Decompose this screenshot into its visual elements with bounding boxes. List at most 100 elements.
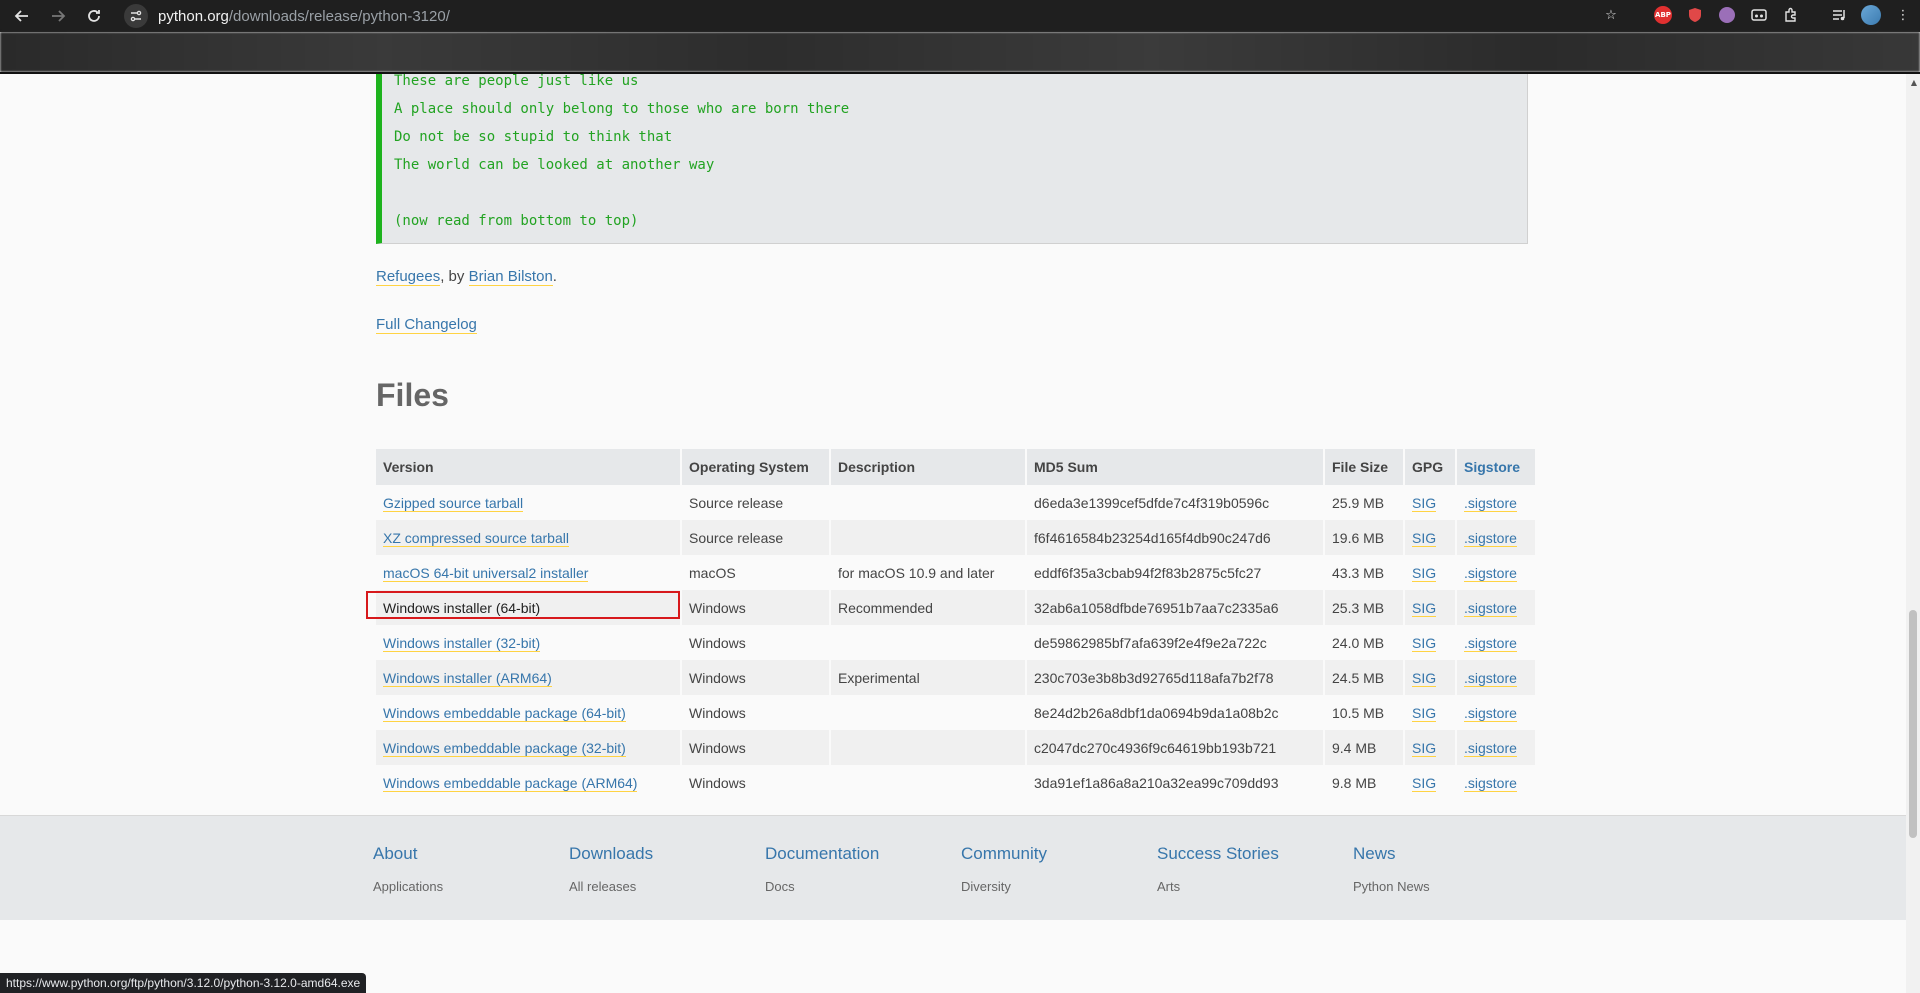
sig-link[interactable]: SIG <box>1412 739 1437 757</box>
puzzle-icon[interactable] <box>1780 4 1802 26</box>
sig-link[interactable]: SIG <box>1412 564 1437 582</box>
changelog-row: Full Changelog <box>376 316 477 334</box>
download-link[interactable]: Windows installer (32-bit) <box>383 634 541 652</box>
cell-description <box>830 485 1027 520</box>
cell-sigstore: .sigstore <box>1456 485 1537 520</box>
cell-gpg: SIG <box>1404 765 1457 800</box>
poem-line: (now read from bottom to top) <box>394 213 639 229</box>
mask-icon[interactable] <box>1748 4 1770 26</box>
cell-sigstore: .sigstore <box>1456 730 1537 765</box>
cell-md5: c2047dc270c4936f9c64619bb193b721 <box>1026 730 1325 765</box>
footer-python-news-link[interactable]: Python News <box>1353 879 1430 894</box>
footer-diversity-link[interactable]: Diversity <box>961 879 1011 894</box>
sigstore-link[interactable]: .sigstore <box>1464 704 1517 722</box>
download-link[interactable]: Gzipped source tarball <box>383 494 524 512</box>
purple-extension-icon[interactable] <box>1716 4 1738 26</box>
cell-sigstore: .sigstore <box>1456 660 1537 695</box>
header-os: Operating System <box>681 449 831 485</box>
shield-icon[interactable] <box>1684 4 1706 26</box>
cell-description <box>830 625 1027 660</box>
footer-community-link[interactable]: Community <box>961 844 1047 864</box>
cell-version: Windows installer (ARM64) <box>376 660 682 695</box>
menu-kebab-icon[interactable]: ⋮ <box>1892 4 1914 26</box>
download-link[interactable]: Windows embeddable package (32-bit) <box>383 739 626 757</box>
sigstore-link[interactable]: .sigstore <box>1464 669 1517 687</box>
sigstore-link[interactable]: .sigstore <box>1464 599 1517 617</box>
credit-by: , by <box>440 268 469 285</box>
address-bar[interactable]: python.org/downloads/release/python-3120… <box>124 3 1594 29</box>
cell-gpg: SIG <box>1404 695 1457 730</box>
cell-os: macOS <box>681 555 831 590</box>
poem-block: These are people just like us A place sh… <box>376 74 1528 244</box>
table-row: Windows embeddable package (64-bit) Windo… <box>376 695 1537 730</box>
cell-file-size: 10.5 MB <box>1324 695 1405 730</box>
footer-success-stories-link[interactable]: Success Stories <box>1157 844 1279 864</box>
sig-link[interactable]: SIG <box>1412 774 1437 792</box>
cell-os: Windows <box>681 695 831 730</box>
cell-file-size: 25.3 MB <box>1324 590 1405 625</box>
bookmark-star-icon[interactable]: ☆ <box>1600 4 1622 26</box>
cell-version: Gzipped source tarball <box>376 485 682 520</box>
abp-icon[interactable]: ABP <box>1652 4 1674 26</box>
sig-link[interactable]: SIG <box>1412 634 1437 652</box>
sig-link[interactable]: SIG <box>1412 494 1437 512</box>
footer-about-link[interactable]: About <box>373 844 417 864</box>
download-link[interactable]: macOS 64-bit universal2 installer <box>383 564 589 582</box>
site-info-icon[interactable] <box>124 4 148 28</box>
back-button[interactable] <box>8 2 36 30</box>
footer-applications-link[interactable]: Applications <box>373 879 443 894</box>
cell-file-size: 9.8 MB <box>1324 765 1405 800</box>
cell-description <box>830 695 1027 730</box>
sigstore-link[interactable]: .sigstore <box>1464 529 1517 547</box>
sig-link[interactable]: SIG <box>1412 704 1437 722</box>
full-changelog-link[interactable]: Full Changelog <box>376 316 477 334</box>
footer-downloads-link[interactable]: Downloads <box>569 844 653 864</box>
cell-md5: 32ab6a1058dfbde76951b7aa7c2335a6 <box>1026 590 1325 625</box>
page-scrollbar[interactable] <box>1906 74 1920 993</box>
cell-file-size: 24.5 MB <box>1324 660 1405 695</box>
refugees-link[interactable]: Refugees <box>376 268 441 286</box>
media-icon[interactable] <box>1828 4 1850 26</box>
poem-line: These are people just like us <box>394 74 639 89</box>
sigstore-link[interactable]: .sigstore <box>1464 739 1517 757</box>
sigstore-header-link[interactable]: Sigstore <box>1464 459 1520 475</box>
cell-version: macOS 64-bit universal2 installer <box>376 555 682 590</box>
cell-file-size: 19.6 MB <box>1324 520 1405 555</box>
footer-arts-link[interactable]: Arts <box>1157 879 1180 894</box>
cell-os: Windows <box>681 660 831 695</box>
sigstore-link[interactable]: .sigstore <box>1464 494 1517 512</box>
cell-os: Windows <box>681 765 831 800</box>
download-link[interactable]: Windows installer (ARM64) <box>383 669 552 687</box>
header-gpg: GPG <box>1404 449 1457 485</box>
sigstore-link[interactable]: .sigstore <box>1464 774 1517 792</box>
cell-sigstore: .sigstore <box>1456 695 1537 730</box>
cell-gpg: SIG <box>1404 520 1457 555</box>
footer-news-link[interactable]: News <box>1353 844 1396 864</box>
footer-docs-link[interactable]: Docs <box>765 879 795 894</box>
scrollbar-thumb[interactable] <box>1909 610 1917 838</box>
download-link[interactable]: XZ compressed source tarball <box>383 529 569 547</box>
download-link[interactable]: Windows embeddable package (ARM64) <box>383 774 638 792</box>
sigstore-link[interactable]: .sigstore <box>1464 634 1517 652</box>
header-sigstore[interactable]: Sigstore <box>1456 449 1537 485</box>
cell-sigstore: .sigstore <box>1456 625 1537 660</box>
poem-line: The world can be looked at another way <box>394 157 715 173</box>
download-link[interactable]: Windows installer (64-bit) <box>383 600 540 616</box>
sigstore-link[interactable]: .sigstore <box>1464 564 1517 582</box>
scroll-up-arrow-icon[interactable]: ▲ <box>1911 78 1917 87</box>
footer-all-releases-link[interactable]: All releases <box>569 879 636 894</box>
sig-link[interactable]: SIG <box>1412 529 1437 547</box>
sig-link[interactable]: SIG <box>1412 599 1437 617</box>
sig-link[interactable]: SIG <box>1412 669 1437 687</box>
cell-os: Windows <box>681 625 831 660</box>
author-link[interactable]: Brian Bilston <box>468 268 553 286</box>
profile-avatar[interactable] <box>1860 4 1882 26</box>
cell-os: Source release <box>681 485 831 520</box>
forward-button[interactable] <box>44 2 72 30</box>
download-link[interactable]: Windows embeddable package (64-bit) <box>383 704 626 722</box>
cell-md5: f6f4616584b23254d165f4db90c247d6 <box>1026 520 1325 555</box>
poem-line: Do not be so stupid to think that <box>394 129 673 145</box>
footer-documentation-link[interactable]: Documentation <box>765 844 879 864</box>
table-row: XZ compressed source tarball Source relea… <box>376 520 1537 555</box>
reload-button[interactable] <box>80 2 108 30</box>
